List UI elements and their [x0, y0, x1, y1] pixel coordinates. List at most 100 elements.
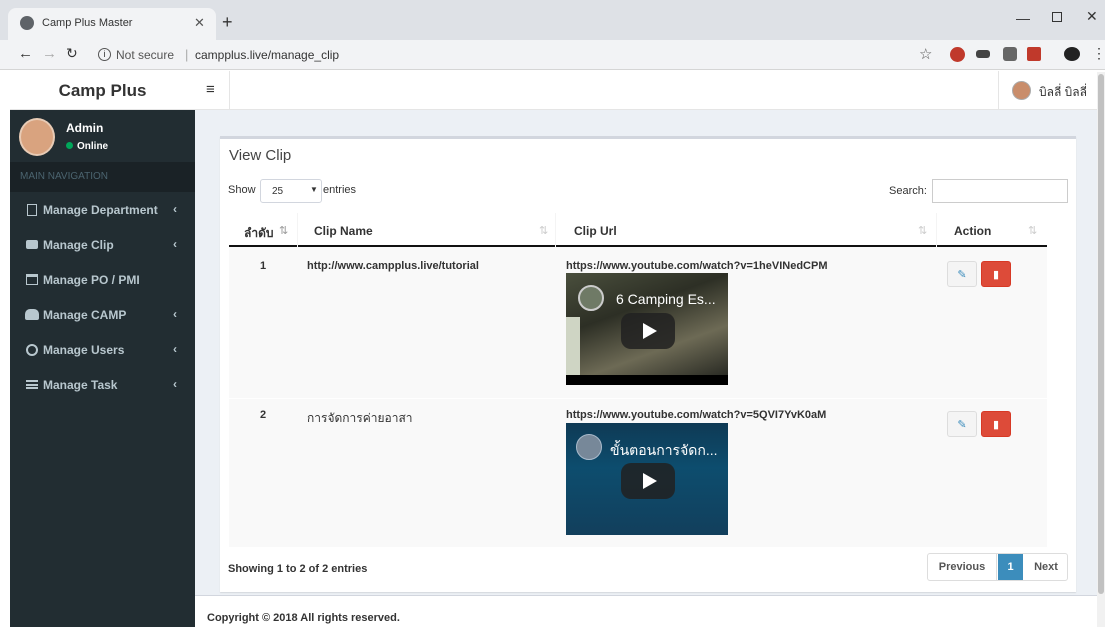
channel-logo-icon [578, 285, 604, 311]
clip-table: ลำดับ ⇅ Clip Name ⇅ Clip Url ⇅ Action ⇅ … [229, 213, 1047, 547]
edit-icon: ✎ [957, 268, 967, 281]
column-header-clip-name-label: Clip Name [314, 224, 373, 238]
video-title: ขั้นตอนการจัดก... [610, 442, 718, 458]
video-embed[interactable]: 6 Camping Es... [566, 273, 728, 385]
edit-button[interactable]: ✎ [947, 261, 977, 287]
nav-header-label: MAIN NAVIGATION [20, 171, 108, 182]
extension-icon-2[interactable] [976, 50, 990, 58]
page-size-value: 25 [272, 186, 284, 197]
navbar-divider [229, 71, 230, 110]
menu-kebab-icon[interactable]: ⋮ [1092, 45, 1105, 62]
sidebar-item-clip[interactable]: Manage Clip ‹ [10, 227, 195, 262]
info-icon: i [98, 48, 111, 61]
column-header-action[interactable]: Action ⇅ [937, 213, 1047, 247]
close-tab-icon[interactable]: ✕ [194, 15, 205, 31]
bookmark-star-icon[interactable]: ☆ [919, 45, 932, 63]
trash-icon: ▮ [992, 418, 1000, 431]
sidebar-item-po-pmi[interactable]: Manage PO / PMI [10, 262, 195, 297]
edit-icon: ✎ [957, 418, 967, 431]
close-window-button[interactable]: ✕ [1086, 8, 1098, 25]
sidebar-item-task[interactable]: Manage Task ‹ [10, 367, 195, 402]
sidebar-item-label: Manage Task [43, 378, 118, 392]
user-menu[interactable]: บิลลี่ บิลลี่ [998, 71, 1105, 110]
url-divider: | [185, 47, 189, 62]
chevron-down-icon: ▼ [310, 185, 318, 194]
extension-icon-1[interactable] [950, 47, 965, 62]
sidebar-item-label: Manage CAMP [43, 308, 127, 322]
hamburger-menu-icon[interactable]: ≡ [206, 81, 215, 98]
chevron-left-icon: ‹ [173, 202, 177, 216]
column-header-number[interactable]: ลำดับ ⇅ [229, 213, 298, 247]
back-icon[interactable]: ← [18, 45, 33, 62]
side-strip [566, 317, 580, 377]
delete-button[interactable]: ▮ [981, 411, 1011, 437]
sidebar-item-users[interactable]: Manage Users ‹ [10, 332, 195, 367]
scrollbar[interactable] [1097, 72, 1105, 627]
table-row: 2 การจัดการค่ายอาสา https://www.youtube.… [229, 399, 1047, 547]
search-input[interactable] [932, 179, 1068, 203]
list-icon [26, 380, 38, 389]
clip-name: การจัดการค่ายอาสา [307, 411, 413, 425]
delete-button[interactable]: ▮ [981, 261, 1011, 287]
url-field[interactable]: i Not secure | campplus.live/manage_clip [86, 45, 936, 65]
page-size-select[interactable]: 25 ▼ [260, 179, 322, 203]
play-icon [642, 473, 657, 489]
online-dot-icon [66, 142, 73, 149]
chevron-left-icon: ‹ [173, 237, 177, 251]
video-embed[interactable]: ขั้นตอนการจัดก... [566, 423, 728, 535]
sidebar-user-name: Admin [66, 121, 104, 135]
show-label: Show [228, 184, 256, 196]
sidebar-item-label: Manage Clip [43, 238, 114, 252]
page-title: View Clip [229, 147, 292, 164]
play-icon [642, 323, 657, 339]
browser-tab[interactable]: Camp Plus Master ✕ [8, 8, 216, 40]
tab-title: Camp Plus Master [42, 17, 133, 29]
sort-icon: ⇅ [918, 225, 928, 237]
sidebar-item-label: Manage Users [43, 343, 125, 357]
users-icon [25, 309, 39, 320]
minimize-button[interactable]: — [1016, 10, 1030, 26]
restore-button[interactable] [1052, 12, 1062, 22]
previous-button[interactable]: Previous [928, 554, 997, 580]
user-circle-icon [26, 344, 38, 356]
column-header-number-label: ลำดับ [244, 226, 274, 240]
column-header-clip-name[interactable]: Clip Name ⇅ [298, 213, 556, 247]
column-header-action-label: Action [954, 224, 992, 238]
edit-button[interactable]: ✎ [947, 411, 977, 437]
column-header-clip-url-label: Clip Url [574, 224, 617, 238]
row-number: 2 [260, 409, 267, 421]
forward-icon[interactable]: → [42, 45, 57, 62]
next-button[interactable]: Next [1024, 554, 1068, 580]
table-info: Showing 1 to 2 of 2 entries [228, 563, 368, 575]
clip-box: View Clip Show 25 ▼ entries Search: ลำดั… [220, 136, 1076, 592]
profile-icon[interactable] [1064, 47, 1080, 61]
sort-asc-icon: ⇅ [279, 225, 289, 237]
sidebar-item-camp[interactable]: Manage CAMP ‹ [10, 297, 195, 332]
clip-url: https://www.youtube.com/watch?v=1heVINed… [566, 260, 828, 272]
logo[interactable]: Camp Plus [10, 71, 195, 110]
column-header-clip-url[interactable]: Clip Url ⇅ [556, 213, 937, 247]
top-navbar: ≡ บิลลี่ บิลลี่ [195, 71, 1105, 110]
user-avatar-small [1012, 81, 1031, 100]
footer-copyright: Copyright © 2018 All rights reserved. [207, 612, 400, 624]
building-icon [27, 204, 37, 216]
chevron-left-icon: ‹ [173, 377, 177, 391]
table-header: ลำดับ ⇅ Clip Name ⇅ Clip Url ⇅ Action ⇅ [229, 213, 1047, 247]
channel-logo-icon [576, 434, 602, 460]
not-secure-label: Not secure [116, 48, 175, 62]
trash-icon: ▮ [992, 268, 1000, 281]
play-button[interactable] [621, 463, 675, 499]
scrollbar-thumb[interactable] [1098, 74, 1104, 594]
new-tab-button[interactable]: + [222, 12, 233, 33]
pdf-extension-icon[interactable] [1027, 47, 1041, 61]
play-button[interactable] [621, 313, 675, 349]
online-status: Online [66, 141, 108, 152]
chevron-left-icon: ‹ [173, 307, 177, 321]
sidebar-item-department[interactable]: Manage Department ‹ [10, 192, 195, 227]
table-row: 1 http://www.campplus.live/tutorial http… [229, 249, 1047, 399]
extension-icon-3[interactable] [1003, 47, 1017, 61]
page-1-button[interactable]: 1 [998, 554, 1023, 580]
reload-icon[interactable]: ↻ [66, 45, 78, 62]
sort-icon: ⇅ [539, 225, 549, 237]
avatar [19, 118, 55, 156]
